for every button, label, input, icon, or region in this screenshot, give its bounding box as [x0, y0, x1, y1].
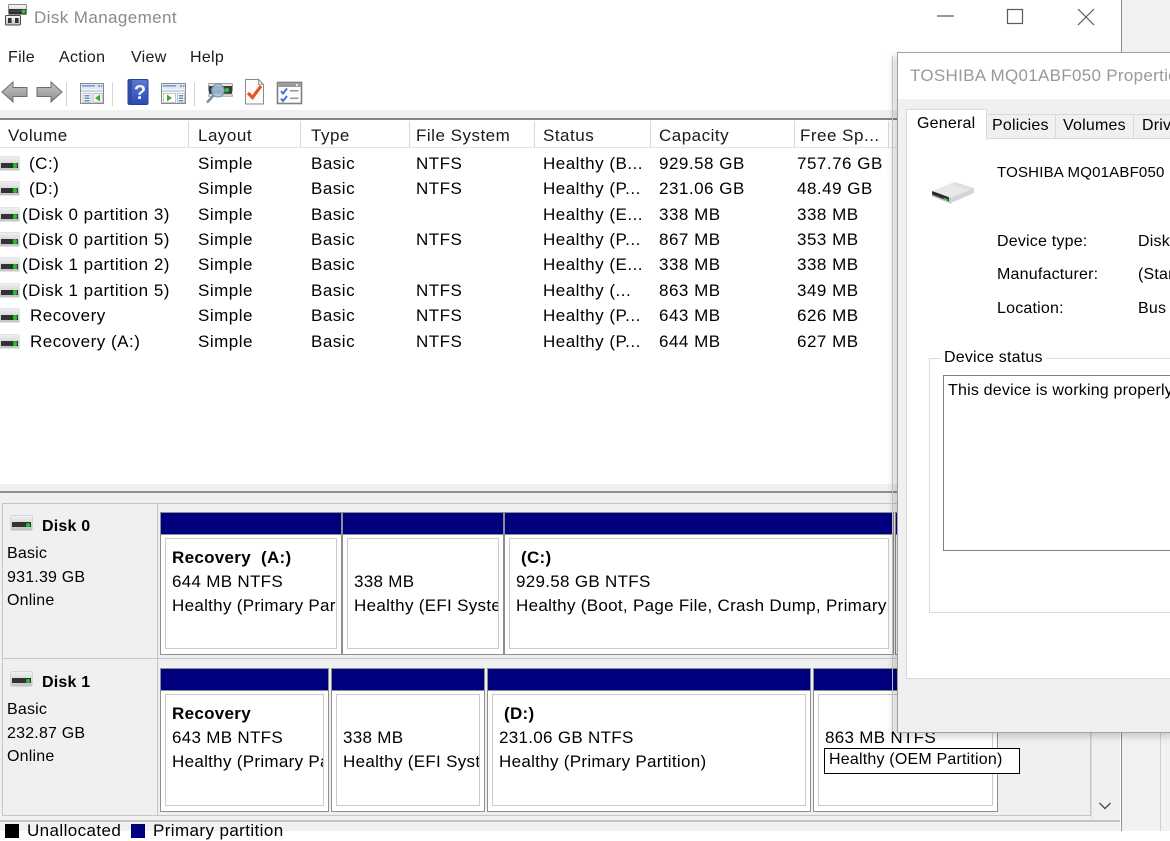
- svg-text:?: ?: [134, 82, 146, 104]
